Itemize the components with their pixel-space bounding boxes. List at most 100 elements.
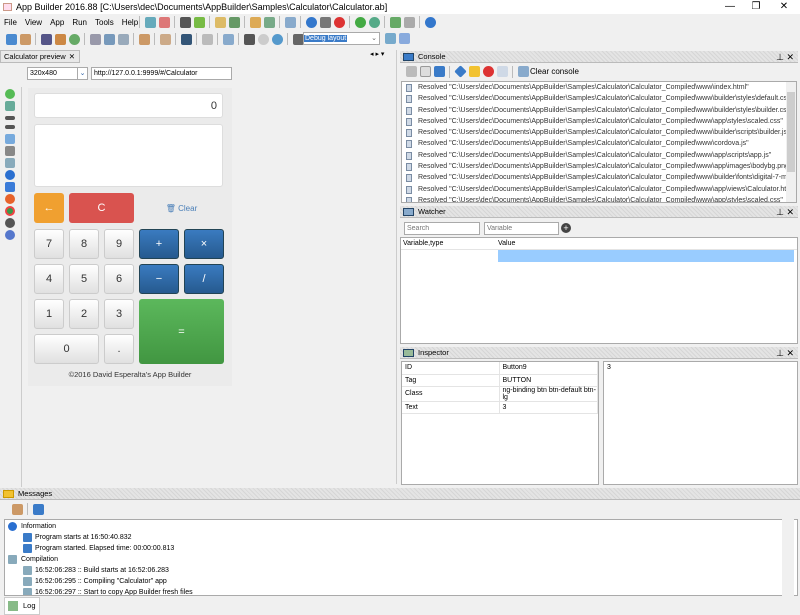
search-icon[interactable] bbox=[159, 33, 171, 45]
log-filter-icon[interactable] bbox=[496, 66, 508, 77]
play-icon[interactable] bbox=[257, 33, 269, 45]
message-item[interactable]: 16:52:06:283 :: Build starts at 16:52:06… bbox=[5, 565, 797, 576]
clear-console-button[interactable]: Clear console bbox=[530, 67, 579, 76]
tab-scroll-arrows[interactable]: ◂ ▸ ▾ bbox=[370, 50, 384, 58]
find-icon[interactable] bbox=[249, 16, 261, 28]
debug-icon[interactable] bbox=[243, 33, 255, 45]
ie-icon[interactable] bbox=[5, 170, 15, 180]
menu-file[interactable]: File bbox=[0, 15, 21, 30]
move-down-icon[interactable] bbox=[193, 16, 205, 28]
copy-icon[interactable] bbox=[405, 66, 417, 77]
console-scrollbar[interactable] bbox=[786, 82, 796, 202]
update-icon[interactable] bbox=[368, 16, 380, 28]
save-icon[interactable] bbox=[89, 33, 101, 45]
edit-icon[interactable] bbox=[263, 16, 275, 28]
text-icon[interactable] bbox=[201, 33, 213, 45]
rotate-icon[interactable] bbox=[5, 134, 15, 144]
inspector-row[interactable]: Text 3 bbox=[402, 401, 598, 414]
help-icon[interactable] bbox=[305, 16, 317, 28]
chrome-icon[interactable] bbox=[5, 206, 15, 216]
chat-icon[interactable] bbox=[319, 16, 331, 28]
console-row[interactable]: Resolved "C:\Users\dec\Documents\AppBuil… bbox=[402, 150, 796, 161]
deploy-icon[interactable] bbox=[54, 33, 66, 45]
message-group[interactable]: Compilation bbox=[5, 554, 797, 565]
digit-1-button[interactable]: 1 bbox=[34, 299, 64, 329]
layout-save-icon[interactable] bbox=[384, 33, 396, 44]
layout-select[interactable]: Debug layout ⌄ bbox=[303, 32, 380, 45]
menu-view[interactable]: View bbox=[21, 15, 46, 30]
save-messages-icon[interactable] bbox=[32, 503, 44, 515]
open-icon[interactable] bbox=[19, 33, 31, 45]
console-row[interactable]: Resolved "C:\Users\dec\Documents\AppBuil… bbox=[402, 184, 796, 195]
digit-8-button[interactable]: 8 bbox=[69, 229, 99, 259]
digit-6-button[interactable]: 6 bbox=[104, 264, 134, 294]
layout-edit-icon[interactable] bbox=[398, 33, 410, 44]
sort-icon[interactable] bbox=[292, 33, 304, 45]
save-icon[interactable] bbox=[433, 66, 445, 77]
equals-button[interactable]: = bbox=[139, 299, 224, 364]
console-row[interactable]: Resolved "C:\Users\dec\Documents\AppBuil… bbox=[402, 105, 796, 116]
multiply-button[interactable]: × bbox=[184, 229, 224, 259]
new-page-icon[interactable] bbox=[144, 16, 156, 28]
close-window-button[interactable]: ✕ bbox=[764, 0, 800, 14]
tab-log[interactable]: Log bbox=[4, 597, 40, 615]
back-arrow-icon[interactable] bbox=[5, 116, 15, 120]
console-row[interactable]: Resolved "C:\Users\dec\Documents\AppBuil… bbox=[402, 127, 796, 138]
tab-calculator-preview[interactable]: Calculator preview ✕ bbox=[0, 50, 80, 63]
console-row[interactable]: Resolved "C:\Users\dec\Documents\AppBuil… bbox=[402, 161, 796, 172]
preview-icon[interactable] bbox=[222, 33, 234, 45]
inspector-row[interactable]: Tag BUTTON bbox=[402, 374, 598, 387]
watcher-variable-input[interactable] bbox=[484, 222, 559, 235]
reload-icon[interactable] bbox=[5, 101, 15, 111]
document-icon[interactable] bbox=[403, 16, 415, 28]
menu-app[interactable]: App bbox=[46, 15, 68, 30]
folder-icon[interactable] bbox=[138, 33, 150, 45]
refresh-icon[interactable] bbox=[5, 89, 15, 99]
console-row[interactable]: Resolved "C:\Users\dec\Documents\AppBuil… bbox=[402, 138, 796, 149]
plus-button[interactable]: + bbox=[139, 229, 179, 259]
watcher-search-input[interactable] bbox=[404, 222, 480, 235]
digit-9-button[interactable]: 9 bbox=[104, 229, 134, 259]
support-icon[interactable] bbox=[333, 16, 345, 28]
console-row[interactable]: Resolved "C:\Users\dec\Documents\AppBuil… bbox=[402, 172, 796, 183]
screenshot-icon[interactable] bbox=[5, 146, 15, 156]
tools-icon[interactable] bbox=[5, 158, 15, 168]
digit-3-button[interactable]: 3 bbox=[104, 299, 134, 329]
url-input[interactable]: http://127.0.0.1:9999/#/Calculator bbox=[91, 67, 232, 80]
info-icon[interactable] bbox=[424, 16, 436, 28]
console-row[interactable]: Resolved "C:\Users\dec\Documents\AppBuil… bbox=[402, 116, 796, 127]
digit-2-button[interactable]: 2 bbox=[69, 299, 99, 329]
backspace-button[interactable]: ← bbox=[34, 193, 64, 223]
clear-c-button[interactable]: C bbox=[69, 193, 134, 223]
console-icon[interactable] bbox=[180, 33, 192, 45]
info-filter-icon[interactable] bbox=[453, 65, 467, 78]
add-watch-button[interactable]: + bbox=[561, 223, 571, 233]
messages-scrollbar[interactable] bbox=[782, 519, 794, 596]
digit-7-button[interactable]: 7 bbox=[34, 229, 64, 259]
image-icon[interactable] bbox=[228, 16, 240, 28]
safari-icon[interactable] bbox=[5, 230, 15, 240]
clear-link[interactable]: 🗑 Clear bbox=[140, 193, 223, 223]
menu-tools[interactable]: Tools bbox=[91, 15, 118, 30]
inspector-row[interactable]: Class ng-binding btn btn-default btn-lg bbox=[402, 386, 598, 402]
size-select[interactable]: 320x480 ⌄ bbox=[27, 67, 88, 80]
pin-close-icons[interactable]: ⊥ ✕ bbox=[776, 347, 794, 359]
new-app-icon[interactable] bbox=[5, 33, 17, 45]
digit-4-button[interactable]: 4 bbox=[34, 264, 64, 294]
message-item[interactable]: 16:52:06:297 :: Start to copy App Builde… bbox=[5, 587, 797, 595]
resources-icon[interactable] bbox=[214, 16, 226, 28]
digit-0-button[interactable]: 0 bbox=[34, 334, 99, 364]
col-value[interactable]: Value bbox=[498, 238, 515, 249]
forward-arrow-icon[interactable] bbox=[5, 125, 15, 129]
message-item[interactable]: Program started. Elapsed time: 00:00:00.… bbox=[5, 543, 797, 554]
console-row[interactable]: Resolved "C:\Users\dec\Documents\AppBuil… bbox=[402, 93, 796, 104]
save-as-icon[interactable] bbox=[103, 33, 115, 45]
minus-button[interactable]: − bbox=[139, 264, 179, 294]
clear-console-icon[interactable] bbox=[517, 66, 529, 77]
edge-icon[interactable] bbox=[5, 182, 15, 192]
col-variable-type[interactable]: Variable,type bbox=[401, 238, 498, 249]
digit-5-button[interactable]: 5 bbox=[69, 264, 99, 294]
delete-page-icon[interactable] bbox=[158, 16, 170, 28]
pin-close-icons[interactable]: ⊥ ✕ bbox=[776, 51, 794, 63]
watcher-selected-row[interactable] bbox=[498, 250, 794, 262]
